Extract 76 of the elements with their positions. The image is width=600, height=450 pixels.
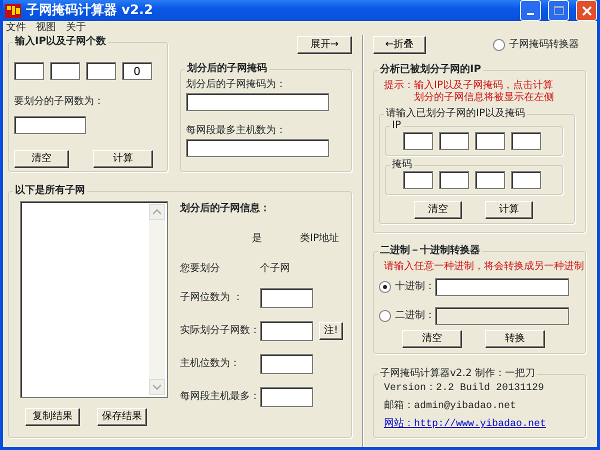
group-title: 划分后的子网掩码 <box>186 63 268 75</box>
radio-button[interactable] <box>379 310 391 322</box>
close-button[interactable] <box>576 0 597 21</box>
hint-text: 输入IP以及子网掩码，点击计算 <box>414 80 554 92</box>
result-field[interactable] <box>186 139 329 157</box>
ip-field[interactable] <box>475 171 505 189</box>
ip-field[interactable] <box>86 62 116 80</box>
group-title: 分析已被划分子网的IP <box>378 64 482 76</box>
note-button[interactable]: 注! <box>319 322 343 340</box>
ip-field[interactable] <box>511 132 541 150</box>
collapse-button[interactable]: ←折叠 <box>373 36 426 54</box>
radio-label: 子网掩码转换器 <box>509 39 579 51</box>
clear-button[interactable]: 清空 <box>402 330 462 348</box>
info-title: 划分后的子网信息： <box>180 203 271 215</box>
ip-field[interactable] <box>439 132 469 150</box>
radio-button[interactable] <box>493 39 505 51</box>
group-title: IP <box>391 120 402 132</box>
info-text: 您要划分 <box>180 263 220 275</box>
ip-field[interactable] <box>475 132 505 150</box>
group-title: 请输入已划分子网的IP以及掩码 <box>385 108 526 120</box>
decimal-field[interactable] <box>435 278 569 296</box>
info-field[interactable] <box>260 387 313 407</box>
clear-button[interactable]: 清空 <box>414 201 462 219</box>
info-text: 类IP地址 <box>300 233 339 245</box>
info-text: 个子网 <box>260 263 290 275</box>
field-label: 每网段主机最多： <box>180 391 260 403</box>
group-title: 以下是所有子网 <box>14 185 86 197</box>
menu-item[interactable]: 关于 <box>66 21 86 35</box>
result-field[interactable] <box>186 93 329 111</box>
hint-text: 划分的子网信息将被显示在左侧 <box>414 92 554 104</box>
ip-field[interactable] <box>439 171 469 189</box>
about-text: Version：2.2 Build 20131129 <box>384 383 546 395</box>
info-field[interactable] <box>260 321 313 341</box>
field-label: 要划分的子网数为： <box>14 96 105 108</box>
minimize-icon <box>527 13 534 15</box>
expand-button[interactable]: 展开→ <box>297 36 352 54</box>
hint-label: 提示： <box>384 80 414 93</box>
ip-field[interactable]: 0 <box>122 62 152 80</box>
ip-field[interactable] <box>403 132 433 150</box>
info-field[interactable] <box>260 288 313 308</box>
group-title: 子网掩码计算器v2.2 制作：一把刀 <box>379 368 536 380</box>
field-label: 划分后的子网掩码为： <box>186 79 287 91</box>
about-text: 邮箱：admin@yibadao.net <box>384 401 518 413</box>
radio-label: 二进制： <box>395 310 435 322</box>
ip-field[interactable] <box>511 171 541 189</box>
menu-item[interactable]: 文件 <box>6 21 26 35</box>
copy-button[interactable]: 复制结果 <box>25 408 80 426</box>
close-icon <box>582 6 592 16</box>
clear-button[interactable]: 清空 <box>14 150 69 168</box>
ip-field[interactable] <box>14 62 44 80</box>
group-title: 输入IP以及子网个数 <box>14 36 108 48</box>
field-label: 子网位数为 ： <box>180 292 244 304</box>
minimize-button[interactable] <box>520 0 541 21</box>
field-label: 主机位数为： <box>180 358 241 370</box>
subnet-list[interactable] <box>20 201 168 398</box>
maximize-button[interactable] <box>548 0 569 21</box>
save-button[interactable]: 保存结果 <box>97 408 147 426</box>
info-field[interactable] <box>260 354 313 374</box>
menu-item[interactable]: 视图 <box>36 21 56 35</box>
group-title: 掩码 <box>391 159 413 171</box>
ip-field[interactable] <box>50 62 80 80</box>
radio-label: 十进制： <box>395 281 435 293</box>
website-link[interactable]: 网站：http://www.yibadao.net <box>384 419 580 431</box>
maximize-icon <box>554 6 564 15</box>
group-title: 二进制－十进制转换器 <box>379 245 481 257</box>
convert-button[interactable]: 转换 <box>485 330 545 348</box>
info-text: 是 <box>252 233 262 245</box>
window-title: 子网掩码计算器 v2.2 <box>26 4 154 16</box>
calculate-button[interactable]: 计算 <box>93 150 153 168</box>
radio-button[interactable] <box>379 281 391 293</box>
field-label: 每网段最多主机数为： <box>186 125 287 137</box>
field-label: 实际划分子网数： <box>180 325 260 337</box>
ip-field[interactable] <box>403 171 433 189</box>
subnet-count-field[interactable] <box>14 116 86 134</box>
app-icon <box>5 2 21 18</box>
calculate-button[interactable]: 计算 <box>485 201 533 219</box>
